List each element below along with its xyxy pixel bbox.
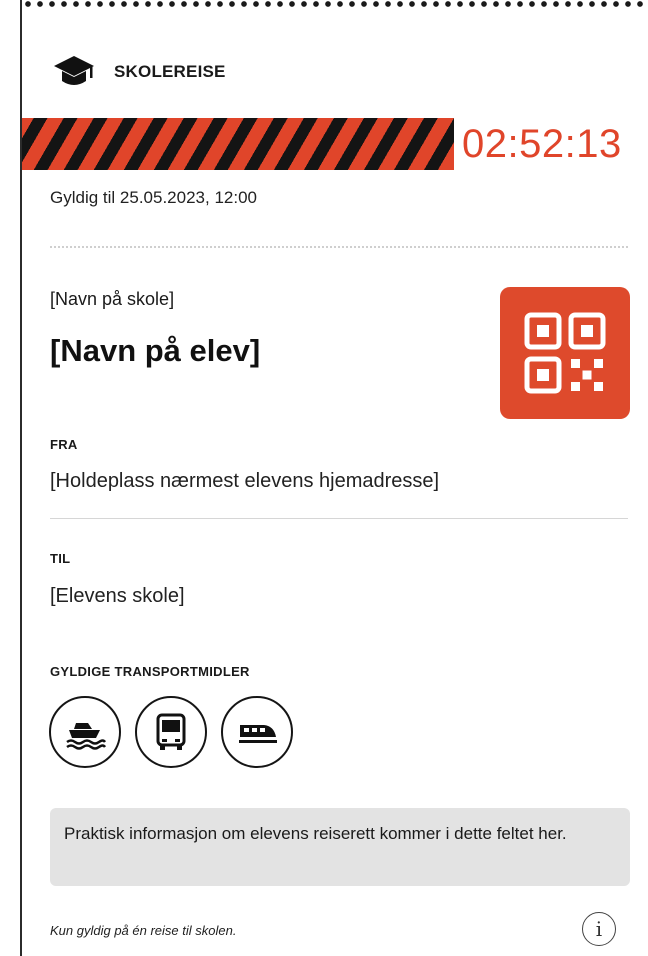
school-name: [Navn på skole]	[50, 289, 175, 309]
graduation-cap-icon	[54, 56, 94, 85]
to-label: TIL	[50, 551, 71, 566]
transport-modes	[49, 696, 293, 768]
valid-until-text: Gyldig til 25.05.2023, 12:00	[50, 188, 257, 207]
animated-validity-stripes	[22, 118, 454, 170]
bus-icon	[135, 696, 207, 768]
qr-code-icon	[524, 312, 606, 394]
student-name: [Navn på elev]	[50, 333, 261, 368]
ferry-icon	[49, 696, 121, 768]
from-label: FRA	[50, 437, 78, 452]
to-value: [Elevens skole]	[50, 585, 185, 607]
dotted-divider	[50, 246, 628, 248]
info-icon[interactable]: i	[582, 912, 616, 946]
countdown-timer: 02:52:13	[462, 122, 622, 166]
qr-code-button[interactable]	[500, 287, 630, 419]
from-value: [Holdeplass nærmest elevens hjemadresse]	[50, 470, 440, 492]
info-box: Praktisk informasjon om elevens reiseret…	[50, 808, 630, 886]
divider	[50, 518, 628, 519]
ticket-header: SKOLEREISE	[52, 52, 226, 92]
train-icon	[221, 696, 293, 768]
ticket-card: SKOLEREISE 02:52:13 Gyldig til 25.05.202…	[22, 0, 648, 956]
transport-modes-label: GYLDIGE TRANSPORTMIDLER	[50, 664, 250, 679]
ticket-type-title: SKOLEREISE	[114, 62, 226, 81]
validity-footnote: Kun gyldig på én reise til skolen.	[50, 923, 237, 938]
